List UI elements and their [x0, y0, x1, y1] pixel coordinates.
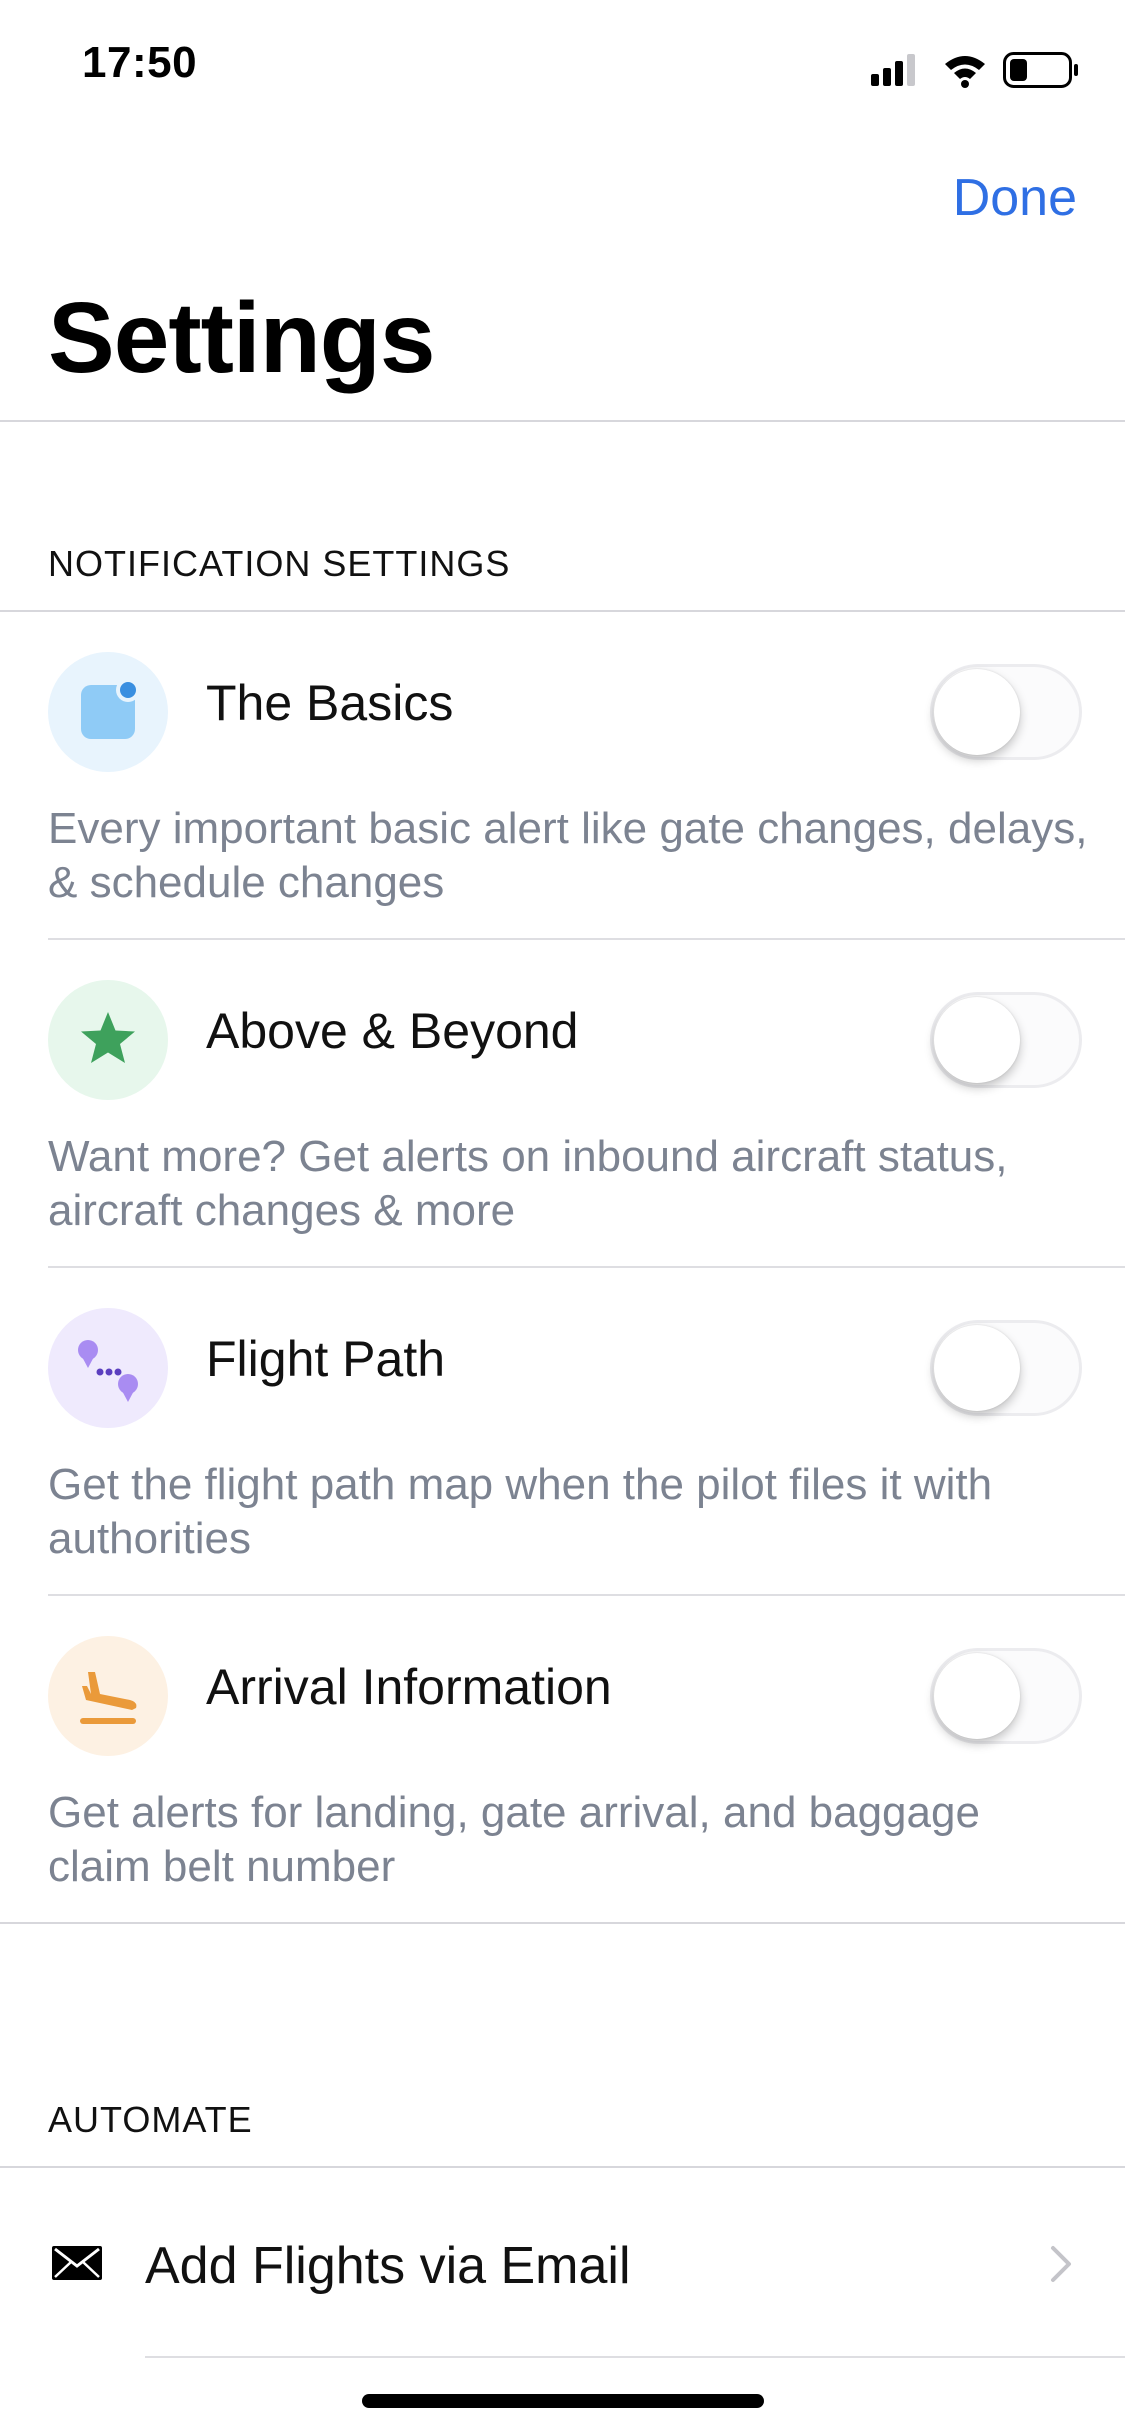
done-button[interactable]: Done: [953, 168, 1077, 228]
setting-description-above-beyond: Want more? Get alerts on inbound aircraf…: [48, 1132, 1008, 1235]
status-icons: [871, 48, 1081, 92]
setting-row-basics: The Basics Every important basic alert l…: [0, 612, 1125, 940]
signal-icon: [871, 54, 915, 86]
battery-icon: [1003, 52, 1078, 88]
setting-description-arrival: Get alerts for landing, gate arrival, an…: [48, 1788, 980, 1891]
setting-row-arrival: Arrival Information Get alerts for landi…: [0, 1596, 1125, 1924]
setting-label-basics: The Basics: [206, 675, 454, 731]
automate-section-header: AUTOMATE: [48, 2099, 253, 2140]
above-beyond-toggle[interactable]: [930, 992, 1082, 1088]
setting-label-arrival: Arrival Information: [206, 1659, 612, 1715]
setting-description-flight-path: Get the flight path map when the pilot f…: [48, 1460, 993, 1563]
add-flights-via-email-row[interactable]: Add Flights via Email: [0, 2168, 1125, 2358]
basics-toggle[interactable]: [930, 664, 1082, 760]
section-divider: [0, 1922, 1125, 1924]
toggle-knob: [934, 997, 1020, 1083]
setting-row-flight-path: Flight Path Get the flight path map when…: [0, 1268, 1125, 1596]
flight-path-icon: [48, 1308, 168, 1428]
list-divider: [145, 2356, 1125, 2358]
plane-landing-icon: [48, 1636, 168, 1756]
home-indicator: [362, 2394, 764, 2408]
add-flights-via-email-label: Add Flights via Email: [145, 2237, 631, 2295]
page-title: Settings: [48, 282, 435, 394]
envelope-icon: [52, 2246, 102, 2280]
setting-row-above-beyond: Above & Beyond Want more? Get alerts on …: [0, 940, 1125, 1268]
setting-description-basics: Every important basic alert like gate ch…: [48, 804, 1088, 907]
arrival-toggle[interactable]: [930, 1648, 1082, 1744]
status-time: 17:50: [82, 38, 198, 87]
flight-path-toggle[interactable]: [930, 1320, 1082, 1416]
toggle-knob: [934, 1325, 1020, 1411]
setting-label-flight-path: Flight Path: [206, 1331, 446, 1387]
chevron-right-icon: [1051, 2246, 1071, 2282]
setting-label-above-beyond: Above & Beyond: [206, 1003, 579, 1059]
status-bar: 17:50: [0, 0, 1125, 132]
title-divider: [0, 420, 1125, 422]
toggle-knob: [934, 669, 1020, 755]
toggle-knob: [934, 1653, 1020, 1739]
wifi-icon: [945, 56, 985, 88]
notification-badge-icon: [48, 652, 168, 772]
star-icon: [48, 980, 168, 1100]
notification-section-header: NOTIFICATION SETTINGS: [48, 543, 511, 584]
